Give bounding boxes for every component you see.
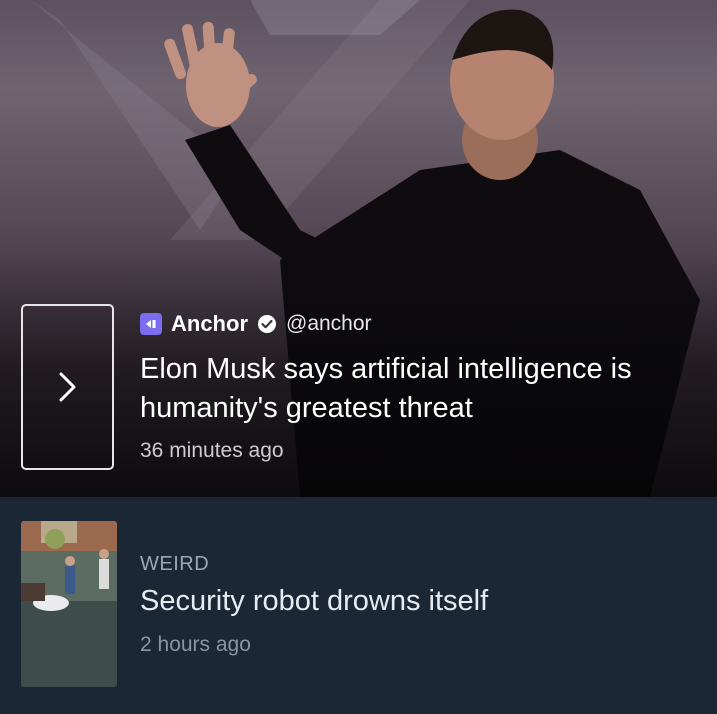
story-category: WEIRD (140, 553, 210, 575)
anchor-logo-icon (140, 313, 162, 335)
next-story-button[interactable] (21, 304, 114, 470)
story-headline[interactable]: Security robot drowns itself (140, 585, 488, 618)
source-name: Anchor (171, 311, 248, 336)
source-handle: @anchor (286, 312, 372, 335)
story-source[interactable]: Anchor @anchor (140, 310, 372, 338)
story-headline[interactable]: Elon Musk says artificial intelligence i… (140, 350, 700, 428)
featured-story[interactable]: Anchor @anchor Elon Musk says artificial… (0, 0, 717, 497)
verified-check-icon (258, 315, 276, 333)
story-timestamp: 36 minutes ago (140, 439, 284, 462)
story-timestamp: 2 hours ago (140, 633, 251, 656)
chevron-right-icon (59, 372, 75, 402)
story-thumbnail (21, 521, 117, 687)
list-item[interactable]: WEIRD Security robot drowns itself 2 hou… (0, 497, 717, 714)
